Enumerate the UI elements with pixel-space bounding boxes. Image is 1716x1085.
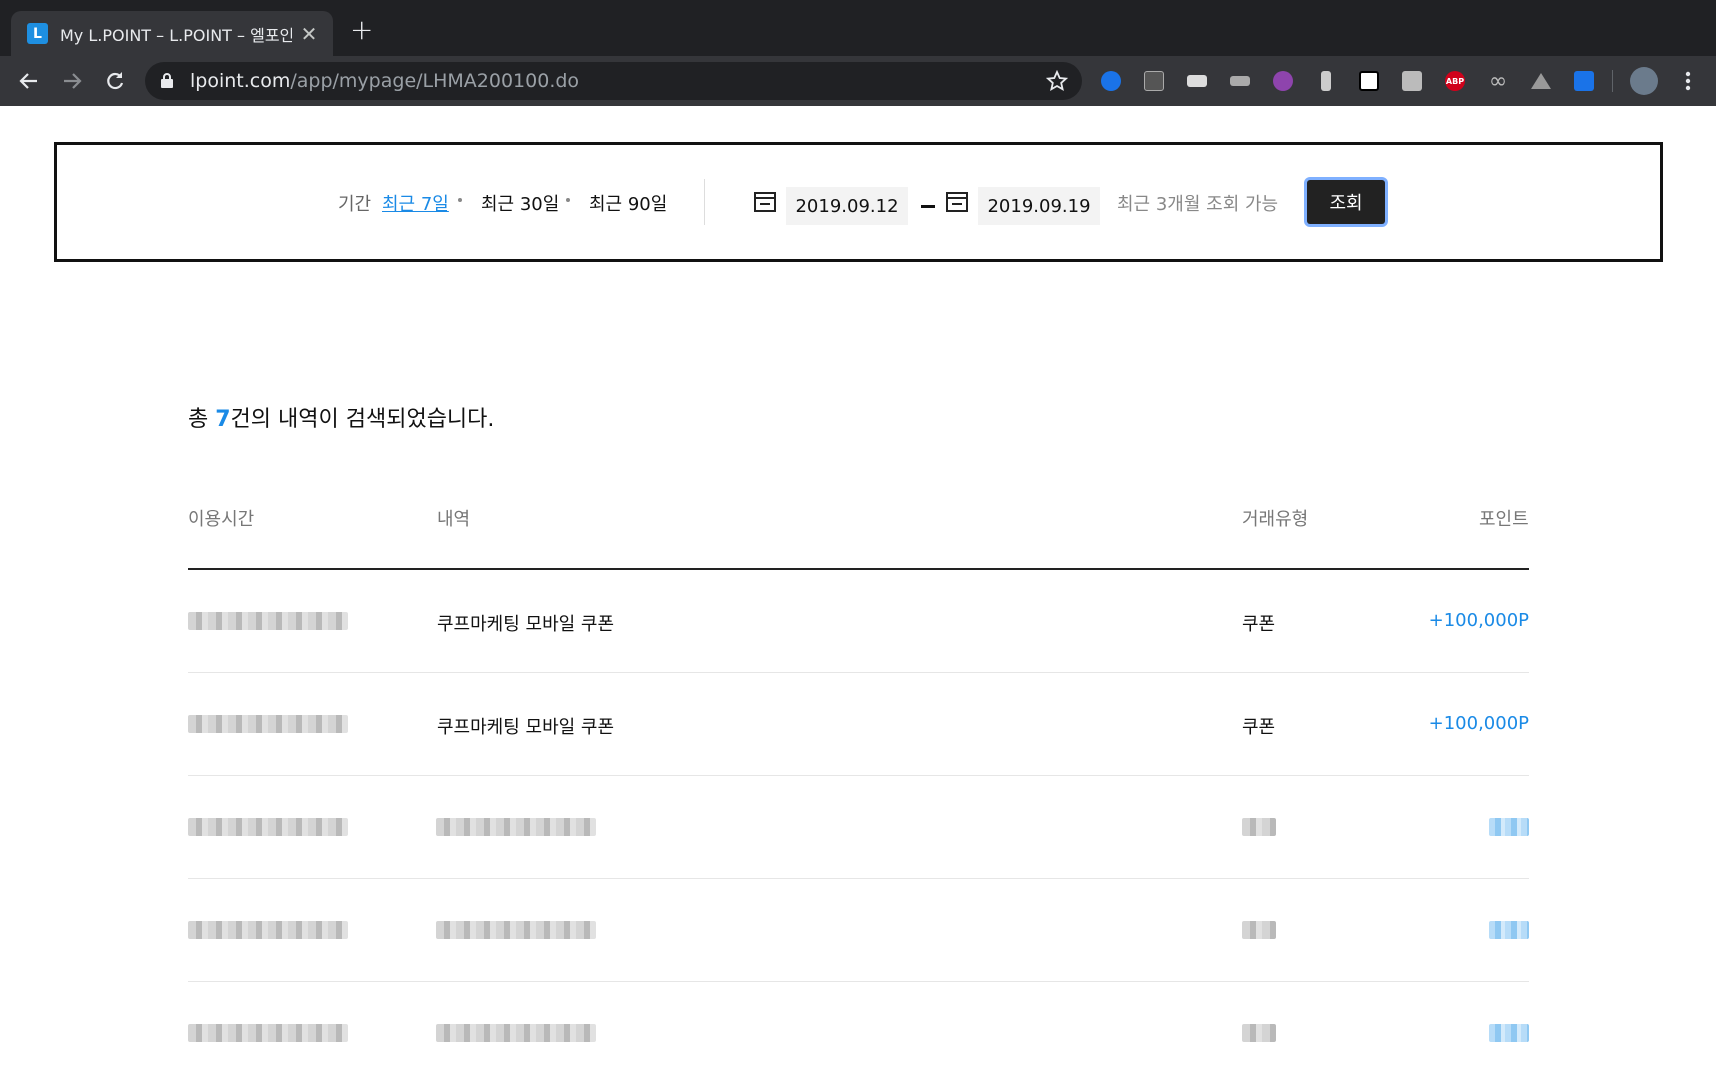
screen-icon[interactable] bbox=[1185, 69, 1209, 93]
infinity-icon[interactable]: ∞ bbox=[1486, 69, 1510, 94]
redacted-time bbox=[188, 921, 348, 939]
redacted-detail bbox=[436, 1024, 596, 1042]
redacted-type bbox=[1242, 818, 1276, 836]
bookmark-star-icon[interactable] bbox=[1046, 70, 1068, 92]
result-count: 7 bbox=[215, 407, 231, 432]
redacted-time bbox=[188, 612, 348, 630]
back-button[interactable] bbox=[9, 56, 49, 106]
end-date-field[interactable]: 2019.09.19 bbox=[978, 187, 1100, 225]
lpoint-favicon-icon: L bbox=[27, 23, 48, 44]
summary-suffix: 건의 내역이 검색되었습니다. bbox=[230, 407, 495, 432]
forward-arrow-icon bbox=[64, 73, 82, 89]
drive-icon[interactable] bbox=[1529, 69, 1553, 93]
table-row-redacted bbox=[188, 776, 1529, 879]
calendar-icon[interactable] bbox=[754, 191, 776, 213]
redacted-detail bbox=[436, 921, 596, 939]
summary-prefix: 총 bbox=[188, 407, 216, 432]
separator-dot bbox=[458, 198, 462, 202]
period-option-30days[interactable]: 최근 30일 bbox=[481, 190, 559, 216]
period-option-90days[interactable]: 최근 90일 bbox=[589, 190, 667, 216]
tab-close-icon[interactable]: ✕ bbox=[300, 22, 318, 46]
redacted-type bbox=[1242, 921, 1276, 939]
tab-title: My L.POINT – L.POINT – 엘포인트 bbox=[60, 25, 292, 45]
stop-icon[interactable] bbox=[1271, 69, 1295, 93]
new-tab-button[interactable]: + bbox=[350, 16, 373, 44]
forward-button[interactable] bbox=[52, 56, 92, 106]
browser-tab-strip: L My L.POINT – L.POINT – 엘포인트 ✕ + bbox=[0, 0, 1716, 56]
browser-toolbar: lpoint.com/app/mypage/LHMA200100.do ABP … bbox=[0, 56, 1716, 106]
row-detail: 쿠프마케팅 모바일 쿠폰 bbox=[437, 614, 615, 635]
abp-icon[interactable]: ABP bbox=[1443, 69, 1467, 93]
period-option-7days[interactable]: 최근 7일 bbox=[382, 190, 449, 216]
period-hint: 최근 3개월 조회 가능 bbox=[1117, 194, 1279, 215]
period-label: 기간 bbox=[338, 194, 372, 215]
check-icon[interactable] bbox=[1572, 69, 1596, 93]
table-row-redacted bbox=[188, 982, 1529, 1085]
row-type: 쿠폰 bbox=[1242, 717, 1276, 738]
dictionary-icon[interactable] bbox=[1142, 69, 1166, 93]
redacted-detail bbox=[436, 818, 596, 836]
table-row: 쿠프마케팅 모바일 쿠폰 쿠폰 +100,000P bbox=[188, 570, 1529, 673]
start-date-field[interactable]: 2019.09.12 bbox=[786, 187, 908, 225]
redacted-time bbox=[188, 818, 348, 836]
url-text: lpoint.com/app/mypage/LHMA200100.do bbox=[190, 70, 579, 92]
column-header-points: 포인트 bbox=[1479, 509, 1529, 530]
url-path: /app/mypage/LHMA200100.do bbox=[290, 70, 580, 92]
back-arrow-icon bbox=[19, 73, 37, 89]
column-header-detail: 내역 bbox=[437, 509, 471, 530]
calendar-icon[interactable] bbox=[946, 191, 968, 213]
hand-icon[interactable] bbox=[1400, 69, 1424, 93]
filter-divider bbox=[704, 179, 705, 225]
date-range-dash bbox=[921, 205, 935, 208]
redacted-type bbox=[1242, 1024, 1276, 1042]
row-type: 쿠폰 bbox=[1242, 614, 1276, 635]
redacted-points bbox=[1489, 1024, 1529, 1042]
toolbar-separator bbox=[1612, 70, 1613, 92]
download-icon[interactable] bbox=[1099, 69, 1123, 93]
reload-button[interactable] bbox=[95, 56, 135, 106]
tag-icon[interactable] bbox=[1228, 69, 1252, 93]
result-summary: 총 7건의 내역이 검색되었습니다. bbox=[188, 401, 494, 433]
redacted-time bbox=[188, 715, 348, 733]
row-points: +100,000P bbox=[1428, 713, 1529, 734]
table-row-redacted bbox=[188, 879, 1529, 982]
url-host: lpoint.com bbox=[190, 70, 291, 92]
row-detail: 쿠프마케팅 모바일 쿠폰 bbox=[437, 717, 615, 738]
browser-tab[interactable]: L My L.POINT – L.POINT – 엘포인트 ✕ bbox=[11, 11, 333, 56]
redacted-points bbox=[1489, 818, 1529, 836]
row-points: +100,000P bbox=[1428, 610, 1529, 631]
column-header-type: 거래유형 bbox=[1242, 509, 1309, 530]
chrome-menu-icon[interactable] bbox=[1676, 69, 1700, 93]
table-row: 쿠프마케팅 모바일 쿠폰 쿠폰 +100,000P bbox=[188, 673, 1529, 776]
redacted-time bbox=[188, 1024, 348, 1042]
address-bar[interactable]: lpoint.com/app/mypage/LHMA200100.do bbox=[145, 62, 1082, 100]
search-filter-box: 기간 최근 7일 최근 30일 최근 90일 2019.09.12 2019.0… bbox=[54, 142, 1663, 262]
profile-avatar[interactable] bbox=[1630, 67, 1658, 95]
abp-label: ABP bbox=[1445, 71, 1465, 91]
separator-dot bbox=[566, 198, 570, 202]
column-header-time: 이용시간 bbox=[188, 509, 255, 530]
notion-icon[interactable] bbox=[1357, 69, 1381, 93]
search-button[interactable]: 조회 bbox=[1307, 180, 1385, 224]
pen-icon[interactable] bbox=[1314, 69, 1338, 93]
lock-icon bbox=[161, 73, 173, 88]
redacted-points bbox=[1489, 921, 1529, 939]
reload-icon bbox=[107, 72, 124, 90]
